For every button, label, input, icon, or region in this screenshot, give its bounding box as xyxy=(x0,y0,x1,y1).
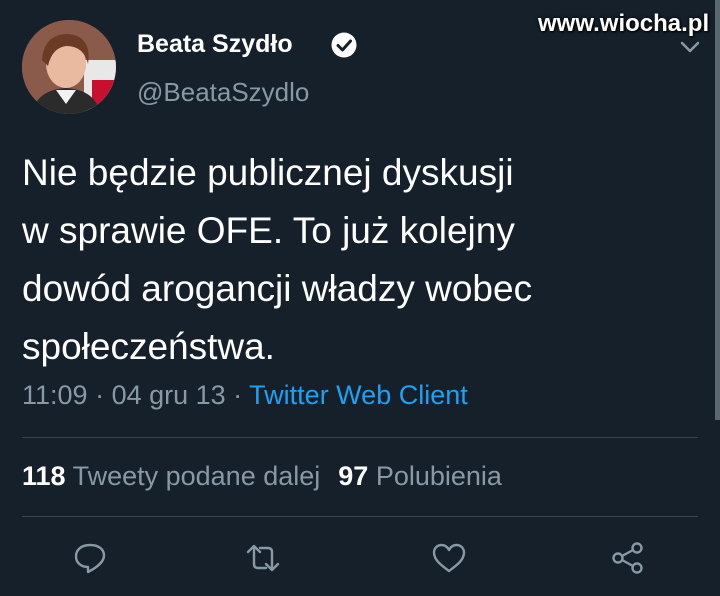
tweet-text: Nie będzie publicznej dyskusji w sprawie… xyxy=(22,152,533,367)
chevron-down-icon[interactable] xyxy=(678,37,702,57)
tweet-client-link[interactable]: Twitter Web Client xyxy=(249,380,468,410)
verified-icon xyxy=(331,32,357,58)
meta-separator: · xyxy=(225,380,250,410)
tweet-stats: 118 Tweety podane dalej 97 Polubienia xyxy=(22,461,502,492)
retweets-stat[interactable]: 118 Tweety podane dalej xyxy=(22,461,320,491)
retweet-icon[interactable] xyxy=(245,540,281,576)
divider xyxy=(22,437,698,438)
watermark: www.wiocha.pl xyxy=(538,10,710,37)
likes-count: 97 xyxy=(338,461,369,491)
retweets-label: Tweety podane dalej xyxy=(72,461,321,491)
tweet-meta: 11:09 · 04 gru 13 · Twitter Web Client xyxy=(22,380,468,411)
share-icon[interactable] xyxy=(610,540,646,576)
retweets-count: 118 xyxy=(22,461,66,491)
tweet-date: 04 gru 13 xyxy=(111,380,226,410)
likes-stat[interactable]: 97 Polubienia xyxy=(338,461,502,491)
author-name[interactable]: Beata Szydło xyxy=(137,30,293,59)
divider xyxy=(22,516,698,517)
like-icon[interactable] xyxy=(431,540,467,576)
reply-icon[interactable] xyxy=(72,540,108,576)
tweet-time: 11:09 xyxy=(22,380,88,410)
scrollbar[interactable] xyxy=(715,0,720,420)
author-handle[interactable]: @BeataSzydlo xyxy=(137,77,309,108)
meta-separator: · xyxy=(87,380,112,410)
avatar[interactable] xyxy=(22,20,116,114)
likes-label: Polubienia xyxy=(375,461,502,491)
